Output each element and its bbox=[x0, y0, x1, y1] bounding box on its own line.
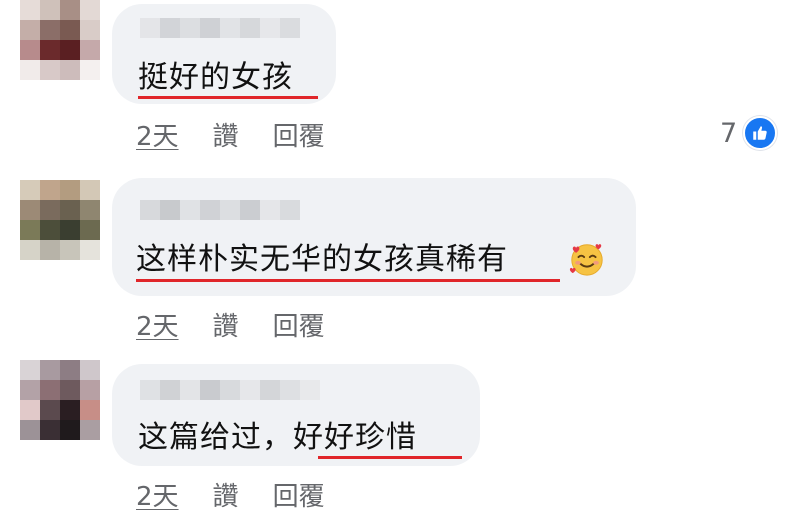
comment-text: 这篇给过，好好珍惜 bbox=[138, 420, 417, 455]
comment-text: 这样朴实无华的女孩真稀有 bbox=[136, 242, 508, 277]
reply-button[interactable]: 回覆 bbox=[273, 476, 325, 513]
avatar[interactable] bbox=[20, 360, 100, 440]
comment-timestamp[interactable]: 2天 bbox=[136, 116, 179, 153]
comment-item: 挺好的女孩 2天 讚 回覆 7 bbox=[0, 0, 800, 160]
reply-button[interactable]: 回覆 bbox=[273, 306, 325, 343]
text-highlight-underline bbox=[138, 96, 318, 99]
reaction-summary[interactable]: 7 bbox=[720, 116, 778, 150]
like-button[interactable]: 讚 bbox=[213, 306, 239, 343]
reaction-count: 7 bbox=[720, 117, 738, 149]
comment-timestamp[interactable]: 2天 bbox=[136, 306, 179, 343]
commenter-name-blurred[interactable] bbox=[140, 18, 300, 38]
comment-item: 这样朴实无华的女孩真稀有 2天 讚 回覆 bbox=[0, 160, 800, 343]
comment-bubble: 这篇给过，好好珍惜 bbox=[112, 364, 480, 466]
thumbs-up-icon bbox=[743, 116, 778, 150]
like-button[interactable]: 讚 bbox=[213, 116, 239, 153]
comment-item: 这篇给过，好好珍惜 2天 讚 回覆 bbox=[0, 340, 800, 515]
comment-timestamp[interactable]: 2天 bbox=[136, 476, 179, 513]
text-highlight-underline bbox=[318, 456, 462, 459]
comment-actions: 2天 讚 回覆 bbox=[136, 476, 359, 513]
comment-actions: 2天 讚 回覆 bbox=[136, 306, 359, 343]
commenter-name-blurred[interactable] bbox=[140, 380, 320, 400]
reply-button[interactable]: 回覆 bbox=[273, 116, 325, 153]
commenter-name-blurred[interactable] bbox=[140, 200, 300, 220]
comment-text: 挺好的女孩 bbox=[138, 60, 293, 95]
avatar[interactable] bbox=[20, 0, 100, 80]
text-highlight-underline bbox=[136, 279, 560, 282]
comment-bubble: 挺好的女孩 bbox=[112, 4, 336, 104]
like-button[interactable]: 讚 bbox=[213, 476, 239, 513]
comment-actions: 2天 讚 回覆 bbox=[136, 116, 359, 153]
comment-bubble: 这样朴实无华的女孩真稀有 bbox=[112, 178, 636, 296]
avatar[interactable] bbox=[20, 180, 100, 260]
smiling-face-with-hearts-icon bbox=[569, 244, 603, 276]
